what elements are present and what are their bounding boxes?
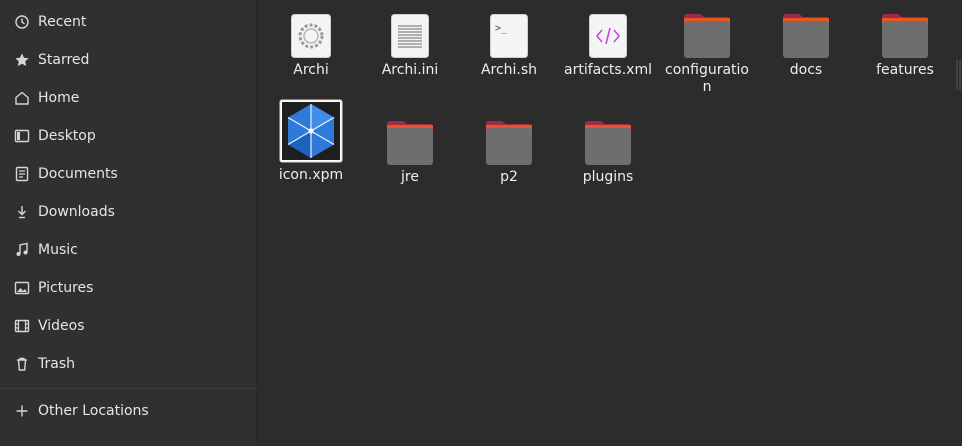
file-name: Archi bbox=[293, 62, 329, 78]
documents-icon bbox=[14, 166, 30, 182]
sidebar: Recent Starred Home Desktop Documents Do… bbox=[0, 0, 257, 446]
file-name: artifacts.xml bbox=[564, 62, 652, 78]
file-item-features[interactable]: features bbox=[855, 8, 955, 79]
download-icon bbox=[14, 204, 30, 220]
file-item-p2[interactable]: p2 bbox=[459, 115, 559, 186]
file-item-configuration[interactable]: configuration bbox=[657, 8, 757, 96]
file-item-plugins[interactable]: plugins bbox=[558, 115, 658, 186]
star-icon bbox=[14, 52, 30, 68]
file-name: plugins bbox=[582, 169, 634, 185]
file-name: docs bbox=[789, 62, 823, 78]
file-item-docs[interactable]: docs bbox=[756, 8, 856, 79]
file-name: jre bbox=[401, 169, 419, 185]
clock-icon bbox=[14, 14, 30, 30]
file-item-jre[interactable]: jre bbox=[360, 115, 460, 186]
file-name: icon.xpm bbox=[278, 167, 344, 183]
trash-icon bbox=[14, 356, 30, 372]
sidebar-item-label: Recent bbox=[38, 14, 87, 30]
gear-icon bbox=[261, 8, 361, 58]
folder-icon bbox=[657, 8, 757, 58]
script-file-icon: >_ bbox=[459, 8, 559, 58]
file-name: p2 bbox=[500, 169, 518, 185]
sidebar-item-trash[interactable]: Trash bbox=[0, 345, 257, 383]
sidebar-item-other-locations[interactable]: Other Locations bbox=[0, 392, 257, 430]
music-icon bbox=[14, 242, 30, 258]
file-name: Archi.ini bbox=[381, 62, 439, 78]
sidebar-item-label: Trash bbox=[38, 356, 75, 372]
plus-icon bbox=[14, 403, 30, 419]
sidebar-item-home[interactable]: Home bbox=[0, 79, 257, 117]
sidebar-item-label: Home bbox=[38, 90, 80, 106]
sidebar-item-recent[interactable]: Recent bbox=[0, 3, 257, 41]
sidebar-item-starred[interactable]: Starred bbox=[0, 41, 257, 79]
image-file-icon bbox=[261, 99, 361, 163]
sidebar-item-videos[interactable]: Videos bbox=[0, 307, 257, 345]
sidebar-item-label: Other Locations bbox=[38, 403, 149, 419]
folder-icon bbox=[855, 8, 955, 58]
file-item-artifacts-xml[interactable]: artifacts.xml bbox=[558, 8, 658, 79]
file-item-archi[interactable]: Archi bbox=[261, 8, 361, 79]
folder-icon bbox=[360, 115, 460, 165]
file-name: configuration bbox=[665, 62, 749, 95]
home-icon bbox=[14, 90, 30, 106]
sidebar-item-label: Pictures bbox=[38, 280, 94, 296]
sidebar-divider bbox=[0, 388, 257, 389]
file-item-archi-sh[interactable]: >_ Archi.sh bbox=[459, 8, 559, 79]
scrollbar[interactable] bbox=[956, 60, 962, 90]
sidebar-item-desktop[interactable]: Desktop bbox=[0, 117, 257, 155]
sidebar-item-documents[interactable]: Documents bbox=[0, 155, 257, 193]
sidebar-item-music[interactable]: Music bbox=[0, 231, 257, 269]
file-name: Archi.sh bbox=[480, 62, 538, 78]
text-file-icon bbox=[360, 8, 460, 58]
sidebar-item-label: Desktop bbox=[38, 128, 96, 144]
file-name: features bbox=[876, 62, 934, 78]
sidebar-item-label: Downloads bbox=[38, 204, 115, 220]
file-item-icon-xpm[interactable]: icon.xpm bbox=[261, 99, 361, 184]
xml-file-icon bbox=[558, 8, 658, 58]
sidebar-item-label: Music bbox=[38, 242, 78, 258]
sidebar-item-label: Starred bbox=[38, 52, 90, 68]
sidebar-item-label: Videos bbox=[38, 318, 85, 334]
desktop-icon bbox=[14, 128, 30, 144]
svg-text:>_: >_ bbox=[495, 23, 508, 34]
folder-icon bbox=[756, 8, 856, 58]
pictures-icon bbox=[14, 280, 30, 296]
videos-icon bbox=[14, 318, 30, 334]
folder-icon bbox=[459, 115, 559, 165]
file-item-archi-ini[interactable]: Archi.ini bbox=[360, 8, 460, 79]
file-grid: Archi Archi.ini >_ Archi.sh artifacts.xm… bbox=[257, 0, 962, 446]
folder-icon bbox=[558, 115, 658, 165]
sidebar-item-pictures[interactable]: Pictures bbox=[0, 269, 257, 307]
sidebar-item-downloads[interactable]: Downloads bbox=[0, 193, 257, 231]
file-manager-window: Recent Starred Home Desktop Documents Do… bbox=[0, 0, 962, 446]
sidebar-item-label: Documents bbox=[38, 166, 118, 182]
